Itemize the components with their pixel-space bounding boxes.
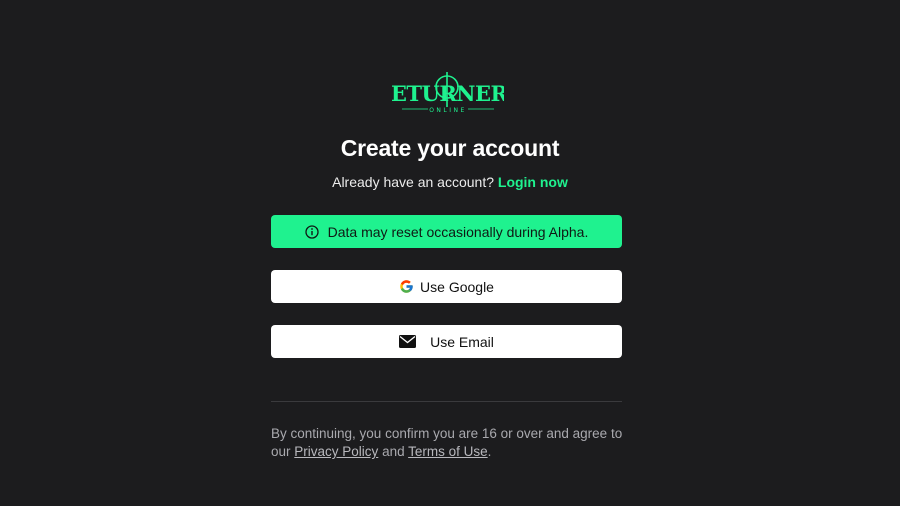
- login-now-link[interactable]: Login now: [498, 174, 568, 190]
- info-icon: [304, 224, 319, 239]
- returners-online-logo: RETURNERS ONLINE: [392, 71, 504, 115]
- login-prompt-text: Already have an account?: [332, 174, 494, 190]
- signup-page: RETURNERS ONLINE Create your account Alr…: [0, 0, 900, 506]
- use-email-button[interactable]: Use Email: [271, 325, 622, 358]
- mail-icon: [399, 335, 417, 348]
- legal-and: and: [382, 444, 405, 459]
- use-email-label: Use Email: [430, 333, 494, 350]
- alpha-notice-text: Data may reset occasionally during Alpha…: [327, 223, 589, 240]
- login-prompt: Already have an account? Login now: [0, 174, 900, 190]
- alpha-notice-banner: Data may reset occasionally during Alpha…: [271, 215, 622, 248]
- legal-period: .: [487, 444, 492, 459]
- google-icon: [399, 279, 414, 294]
- divider: [271, 401, 622, 402]
- svg-text:ONLINE: ONLINE: [429, 107, 467, 114]
- svg-text:RETURNERS: RETURNERS: [392, 81, 504, 106]
- terms-of-use-link[interactable]: Terms of Use: [408, 444, 488, 459]
- use-google-label: Use Google: [420, 278, 494, 295]
- page-title: Create your account: [340, 135, 560, 161]
- legal-disclaimer: By continuing, you confirm you are 16 or…: [271, 425, 631, 461]
- privacy-policy-link[interactable]: Privacy Policy: [294, 444, 378, 459]
- use-google-button[interactable]: Use Google: [271, 270, 622, 303]
